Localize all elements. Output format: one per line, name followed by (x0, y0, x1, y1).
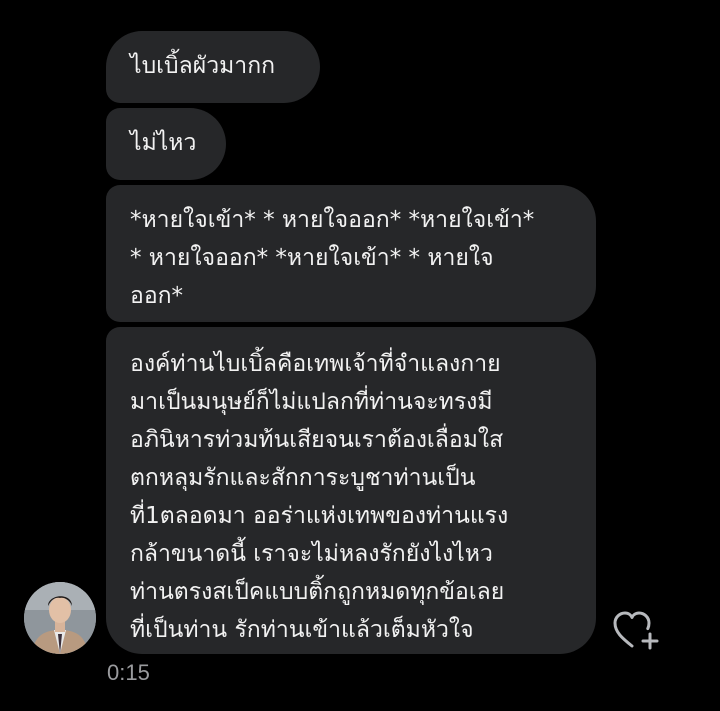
message-bubble-2[interactable]: ไม่ไหว (106, 108, 226, 180)
message-bubble-3[interactable]: *หายใจเข้า* * หายใจออก* *หายใจเข้า* * หา… (106, 185, 596, 322)
message-bubble-1[interactable]: ไบเบิ้ลผัวมากก (106, 31, 320, 103)
message-bubble-4[interactable]: องค์ท่านไบเบิ้ลคือเทพเจ้าที่จำแลงกาย มาเ… (106, 327, 596, 654)
message-timestamp: 0:15 (107, 660, 150, 685)
sender-avatar[interactable] (24, 582, 96, 654)
avatar-photo (24, 582, 96, 654)
chat-thread: ไบเบิ้ลผัวมากก ไม่ไหว *หายใจเข้า* * หายใ… (0, 0, 720, 711)
heart-plus-icon[interactable] (612, 608, 660, 652)
